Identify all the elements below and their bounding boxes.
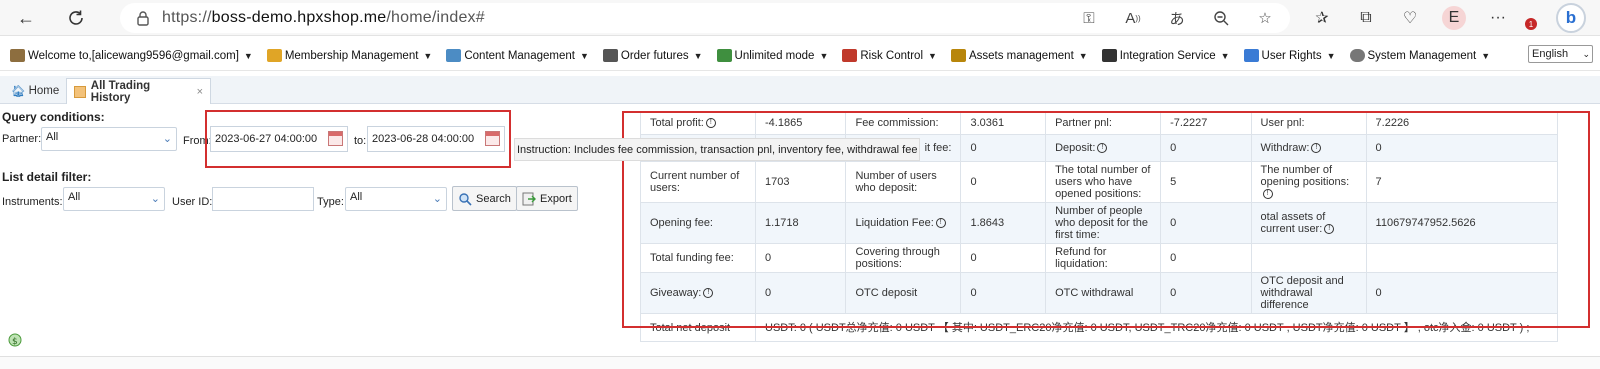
instruction-tooltip: Instruction: Includes fee commission, tr… — [514, 138, 921, 161]
tab-home[interactable]: 🏠︎ Home — [4, 78, 66, 104]
menu-user-rights[interactable]: User Rights ▼ — [1243, 49, 1336, 62]
menu-order-futures[interactable]: Order futures ▼ — [602, 49, 703, 62]
caret-down-icon: ▼ — [423, 50, 433, 61]
instruments-label: Instruments: — [2, 196, 63, 208]
user-icon — [10, 49, 25, 62]
type-label: Type: — [317, 196, 344, 208]
search-icon — [458, 192, 472, 206]
menu-system[interactable]: System Management ▼ — [1349, 49, 1491, 62]
user-id-input[interactable] — [212, 187, 314, 211]
search-button[interactable]: Search — [452, 186, 517, 211]
browser-toolbar: ← https://boss-demo.hpxshop.me/home/inde… — [0, 0, 1600, 36]
menu-content[interactable]: Content Management ▼ — [446, 49, 589, 62]
menu-assets[interactable]: Assets management ▼ — [950, 49, 1088, 62]
highlight-box-dates — [205, 110, 511, 168]
home-icon: 🏠︎ — [11, 86, 26, 98]
menu-integration[interactable]: Integration Service ▼ — [1101, 49, 1230, 62]
chevron-down-icon: ⌄ — [1582, 48, 1590, 59]
instruments-select[interactable]: All ⌄ — [63, 187, 165, 211]
bing-icon[interactable]: b — [1556, 3, 1586, 33]
back-icon[interactable]: ← — [14, 6, 38, 30]
refresh-icon[interactable] — [64, 6, 88, 30]
tab-bar: 🏠︎ Home All Trading History × — [0, 76, 1600, 104]
address-bar[interactable]: https://boss-demo.hpxshop.me/home/index#… — [120, 3, 1290, 33]
order-icon — [602, 49, 618, 62]
assets-icon — [950, 49, 966, 62]
collections-icon[interactable]: ⧉ — [1354, 6, 1378, 30]
money-icon[interactable]: $ — [8, 333, 22, 347]
caret-down-icon: ▼ — [579, 50, 589, 61]
history-icon — [74, 85, 86, 98]
lock-icon[interactable] — [134, 9, 152, 27]
caret-down-icon: ▼ — [928, 50, 937, 61]
chevron-down-icon: ⌄ — [150, 193, 160, 205]
favorites-icon[interactable]: ✰ — [1310, 6, 1334, 30]
main-menu: Welcome to,[alicewang9596@gmail.com] ▼ Me… — [0, 41, 1600, 71]
notification-badge: 1 — [1525, 18, 1537, 30]
language-select[interactable]: English ⌄ — [1528, 45, 1593, 63]
query-conditions-title: Query conditions: — [2, 110, 105, 124]
gear-icon — [1349, 49, 1365, 62]
export-icon — [522, 192, 536, 206]
unlimited-icon — [716, 49, 732, 62]
caret-down-icon: ▼ — [819, 50, 829, 61]
chevron-down-icon: ⌄ — [432, 193, 442, 205]
menu-membership[interactable]: Membership Management ▼ — [266, 49, 433, 62]
user-rights-icon — [1243, 49, 1259, 62]
risk-icon — [842, 49, 858, 62]
more-icon[interactable]: ··· — [1486, 6, 1510, 30]
menu-unlimited-mode[interactable]: Unlimited mode ▼ — [716, 49, 829, 62]
membership-icon — [266, 49, 282, 62]
user-id-label: User ID: — [172, 196, 213, 208]
content-icon — [446, 49, 462, 62]
zoom-icon[interactable] — [1210, 7, 1232, 29]
list-filter-title: List detail filter: — [2, 170, 92, 184]
caret-down-icon: ▼ — [1481, 50, 1491, 61]
caret-down-icon: ▼ — [1326, 50, 1336, 61]
health-icon[interactable]: ♡ — [1398, 6, 1422, 30]
type-select[interactable]: All ⌄ — [345, 187, 447, 211]
menu-welcome[interactable]: Welcome to,[alicewang9596@gmail.com] ▼ — [10, 49, 253, 62]
partner-select[interactable]: All ⌄ — [41, 127, 177, 151]
close-icon[interactable]: × — [197, 86, 203, 98]
svg-text:$: $ — [12, 337, 18, 347]
tab-all-trading-history[interactable]: All Trading History × — [66, 78, 211, 104]
url-text[interactable]: https://boss-demo.hpxshop.me/home/index# — [162, 9, 485, 27]
read-aloud-icon[interactable]: A)) — [1122, 7, 1144, 29]
menu-risk-control[interactable]: Risk Control ▼ — [842, 49, 937, 62]
avatar[interactable]: E — [1442, 6, 1466, 30]
caret-down-icon: ▼ — [243, 50, 253, 61]
favorite-star-icon[interactable]: ☆ — [1254, 7, 1276, 29]
translate-icon[interactable]: あ — [1166, 7, 1188, 29]
partner-label: Partner: — [2, 133, 42, 145]
caret-down-icon: ▼ — [1220, 50, 1230, 61]
export-button[interactable]: Export — [516, 186, 578, 211]
caret-down-icon: ▼ — [693, 50, 703, 61]
caret-down-icon: ▼ — [1078, 50, 1088, 61]
integration-icon — [1101, 49, 1117, 62]
key-icon[interactable]: ⚿ — [1078, 7, 1100, 29]
grid-header-strip — [0, 356, 1600, 369]
chevron-down-icon: ⌄ — [162, 133, 172, 145]
